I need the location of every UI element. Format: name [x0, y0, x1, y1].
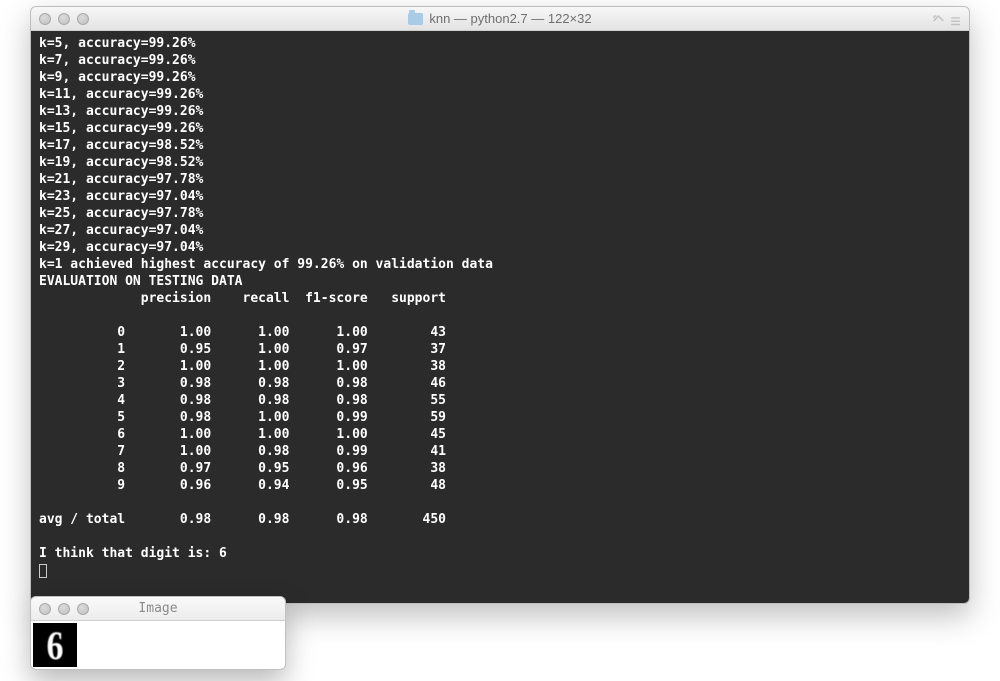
minimize-icon[interactable] — [58, 603, 70, 615]
table-row: 6 1.00 1.00 1.00 45 — [39, 426, 961, 443]
terminal-line: k=15, accuracy=99.26% — [39, 120, 961, 137]
table-row: 8 0.97 0.95 0.96 38 — [39, 460, 961, 477]
prediction-line: I think that digit is: 6 — [39, 545, 961, 562]
image-window: Image 6 — [30, 596, 286, 670]
digit-glyph: 6 — [47, 626, 64, 666]
titlebar-right-controls — [933, 13, 961, 24]
table-row: 9 0.96 0.94 0.95 48 — [39, 477, 961, 494]
table-row: 7 1.00 0.98 0.99 41 — [39, 443, 961, 460]
image-titlebar[interactable]: Image — [31, 597, 285, 621]
table-row: 4 0.98 0.98 0.98 55 — [39, 392, 961, 409]
terminal-line: k=11, accuracy=99.26% — [39, 86, 961, 103]
terminal-line: k=21, accuracy=97.78% — [39, 171, 961, 188]
close-icon[interactable] — [39, 603, 51, 615]
cursor-icon — [39, 564, 47, 578]
menu-icon[interactable] — [950, 13, 961, 24]
blank-line — [39, 494, 961, 511]
window-title: knn — python2.7 — 122×32 — [429, 11, 591, 26]
terminal-line: k=13, accuracy=99.26% — [39, 103, 961, 120]
terminal-line: k=19, accuracy=98.52% — [39, 154, 961, 171]
table-row: 3 0.98 0.98 0.98 46 — [39, 375, 961, 392]
table-row: 2 1.00 1.00 1.00 38 — [39, 358, 961, 375]
close-icon[interactable] — [39, 13, 51, 25]
digit-preview: 6 — [33, 623, 77, 667]
terminal-line: k=5, accuracy=99.26% — [39, 35, 961, 52]
terminal-line: k=27, accuracy=97.04% — [39, 222, 961, 239]
blank-line — [39, 528, 961, 545]
terminal-line: k=1 achieved highest accuracy of 99.26% … — [39, 256, 961, 273]
window-controls — [39, 603, 89, 615]
zoom-icon[interactable] — [77, 13, 89, 25]
avg-row: avg / total 0.98 0.98 0.98 450 — [39, 511, 961, 528]
terminal-body[interactable]: k=5, accuracy=99.26%k=7, accuracy=99.26%… — [31, 31, 969, 603]
image-body: 6 — [31, 621, 285, 669]
folder-icon — [408, 13, 423, 25]
terminal-line: k=17, accuracy=98.52% — [39, 137, 961, 154]
terminal-titlebar[interactable]: knn — python2.7 — 122×32 — [31, 7, 969, 31]
table-row: 5 0.98 1.00 0.99 59 — [39, 409, 961, 426]
blank-line — [39, 307, 961, 324]
terminal-window: knn — python2.7 — 122×32 k=5, accuracy=9… — [30, 6, 970, 604]
window-title-wrap: knn — python2.7 — 122×32 — [31, 11, 969, 26]
terminal-line: k=29, accuracy=97.04% — [39, 239, 961, 256]
zoom-icon[interactable] — [77, 603, 89, 615]
table-row: 1 0.95 1.00 0.97 37 — [39, 341, 961, 358]
minimize-icon[interactable] — [58, 13, 70, 25]
cursor-line — [39, 562, 961, 579]
table-header: precision recall f1-score support — [39, 290, 961, 307]
terminal-line: k=25, accuracy=97.78% — [39, 205, 961, 222]
terminal-line: k=23, accuracy=97.04% — [39, 188, 961, 205]
terminal-line: k=9, accuracy=99.26% — [39, 69, 961, 86]
expand-icon[interactable] — [933, 13, 944, 24]
terminal-line: EVALUATION ON TESTING DATA — [39, 273, 961, 290]
terminal-line: k=7, accuracy=99.26% — [39, 52, 961, 69]
table-row: 0 1.00 1.00 1.00 43 — [39, 324, 961, 341]
window-controls — [39, 13, 89, 25]
